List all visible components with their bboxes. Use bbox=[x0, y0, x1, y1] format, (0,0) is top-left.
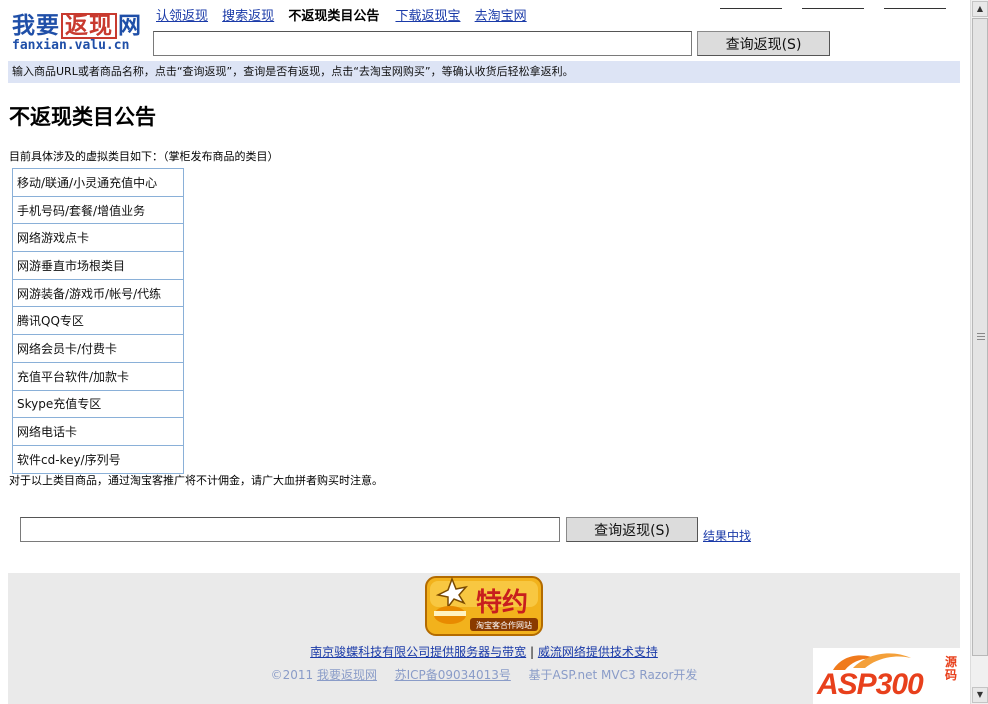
category-cell: 网游装备/游戏币/帐号/代练 bbox=[12, 278, 184, 308]
page-title: 不返现类目公告 bbox=[9, 105, 156, 129]
taobaoke-partner-badge[interactable]: 特约 淘宝客合作网站 bbox=[424, 575, 544, 637]
watermark-brand: ASP300 bbox=[817, 668, 924, 701]
clipped-link[interactable] bbox=[884, 1, 946, 9]
scroll-down-arrow-icon[interactable]: ▼ bbox=[972, 687, 988, 703]
nav-claim-cashback[interactable]: 认领返现 bbox=[156, 9, 208, 24]
logo-text: 我要 返现网 bbox=[12, 6, 142, 40]
table-row: 软件cd-key/序列号 bbox=[12, 444, 184, 474]
badge-title: 特约 bbox=[476, 587, 528, 618]
search-in-results-link[interactable]: 结果中找 bbox=[703, 527, 751, 544]
category-cell: 腾讯QQ专区 bbox=[12, 306, 184, 336]
logo-part-1: 我要 bbox=[12, 13, 60, 39]
intro-text: 目前具体涉及的虚拟类目如下：（掌柜发布商品的类目） bbox=[9, 150, 279, 163]
table-row: 网络游戏点卡 bbox=[12, 223, 184, 253]
logo-part-2: 返现 bbox=[61, 13, 117, 39]
category-cell: 充值平台软件/加款卡 bbox=[12, 361, 184, 391]
copyright-year: ©2011 bbox=[270, 668, 314, 682]
clipped-link[interactable] bbox=[720, 1, 782, 9]
top-nav: 认领返现 搜索返现 不返现类目公告 下载返现宝 去淘宝网 bbox=[156, 5, 537, 24]
top-search-input[interactable] bbox=[153, 31, 692, 56]
logo-part-3: 网 bbox=[118, 13, 142, 39]
bottom-search-input[interactable] bbox=[20, 517, 560, 542]
footer-separator: | bbox=[529, 645, 535, 659]
footer-icp-link[interactable]: 苏ICP备09034013号 bbox=[395, 668, 511, 682]
clipped-link[interactable] bbox=[802, 1, 864, 9]
notice-text: 对于以上类目商品，通过淘宝客推广将不计佣金，请广大血拼者购买时注意。 bbox=[9, 474, 383, 487]
badge-subtitle: 淘宝客合作网站 bbox=[476, 620, 532, 630]
table-row: 移动/联通/小灵通充值中心 bbox=[12, 168, 184, 197]
top-right-clipped-links bbox=[700, 0, 946, 13]
logo-domain: fanxian.valu.cn bbox=[12, 38, 130, 53]
nav-current-notice: 不返现类目公告 bbox=[288, 9, 380, 24]
footer-server-link[interactable]: 南京骏蝶科技有限公司提供服务器与带宽 bbox=[310, 645, 526, 659]
table-row: Skype充值专区 bbox=[12, 389, 184, 419]
scrollbar-thumb[interactable] bbox=[972, 18, 988, 656]
table-row: 网游装备/游戏币/帐号/代练 bbox=[12, 278, 184, 308]
table-row: 手机号码/套餐/增值业务 bbox=[12, 195, 184, 225]
category-cell: 网络电话卡 bbox=[12, 417, 184, 446]
category-cell: 软件cd-key/序列号 bbox=[12, 444, 184, 474]
page: 我要 返现网 fanxian.valu.cn 认领返现 搜索返现 不返现类目公告 … bbox=[0, 0, 970, 704]
footer-tech-link[interactable]: 威流网络提供技术支持 bbox=[538, 645, 658, 659]
footer-site-link[interactable]: 我要返现网 bbox=[317, 668, 377, 682]
top-search-button[interactable]: 查询返现(S) bbox=[697, 31, 830, 56]
table-row: 充值平台软件/加款卡 bbox=[12, 361, 184, 391]
scroll-up-arrow-icon[interactable]: ▲ bbox=[972, 1, 988, 17]
table-row: 腾讯QQ专区 bbox=[12, 306, 184, 336]
category-cell: 网游垂直市场根类目 bbox=[12, 251, 184, 280]
bottom-search-button[interactable]: 查询返现(S) bbox=[566, 517, 698, 542]
category-cell: 移动/联通/小灵通充值中心 bbox=[12, 168, 184, 197]
table-row: 网游垂直市场根类目 bbox=[12, 251, 184, 280]
table-row: 网络电话卡 bbox=[12, 417, 184, 446]
nav-search-cashback[interactable]: 搜索返现 bbox=[222, 9, 274, 24]
tip-bar: 输入商品URL或者商品名称，点击“查询返现”，查询是否有返现，点击“去淘宝网购买… bbox=[8, 61, 960, 83]
footer-powered-by: 基于ASP.net MVC3 Razor开发 bbox=[528, 668, 698, 682]
watermark-suffix: 源码 bbox=[945, 655, 958, 682]
category-cell: 网络会员卡/付费卡 bbox=[12, 334, 184, 363]
category-table: 移动/联通/小灵通充值中心 手机号码/套餐/增值业务 网络游戏点卡 网游垂直市场… bbox=[12, 168, 184, 474]
vertical-scrollbar[interactable]: ▲ ▼ bbox=[970, 0, 988, 704]
category-cell: 手机号码/套餐/增值业务 bbox=[12, 195, 184, 225]
site-logo[interactable]: 我要 返现网 fanxian.valu.cn bbox=[10, 4, 150, 56]
category-cell: 网络游戏点卡 bbox=[12, 223, 184, 253]
asp300-watermark: ASP300 源码 bbox=[813, 648, 969, 704]
nav-download-tool[interactable]: 下载返现宝 bbox=[395, 9, 460, 24]
table-row: 网络会员卡/付费卡 bbox=[12, 334, 184, 363]
category-cell: Skype充值专区 bbox=[12, 389, 184, 419]
nav-go-taobao[interactable]: 去淘宝网 bbox=[475, 9, 527, 24]
